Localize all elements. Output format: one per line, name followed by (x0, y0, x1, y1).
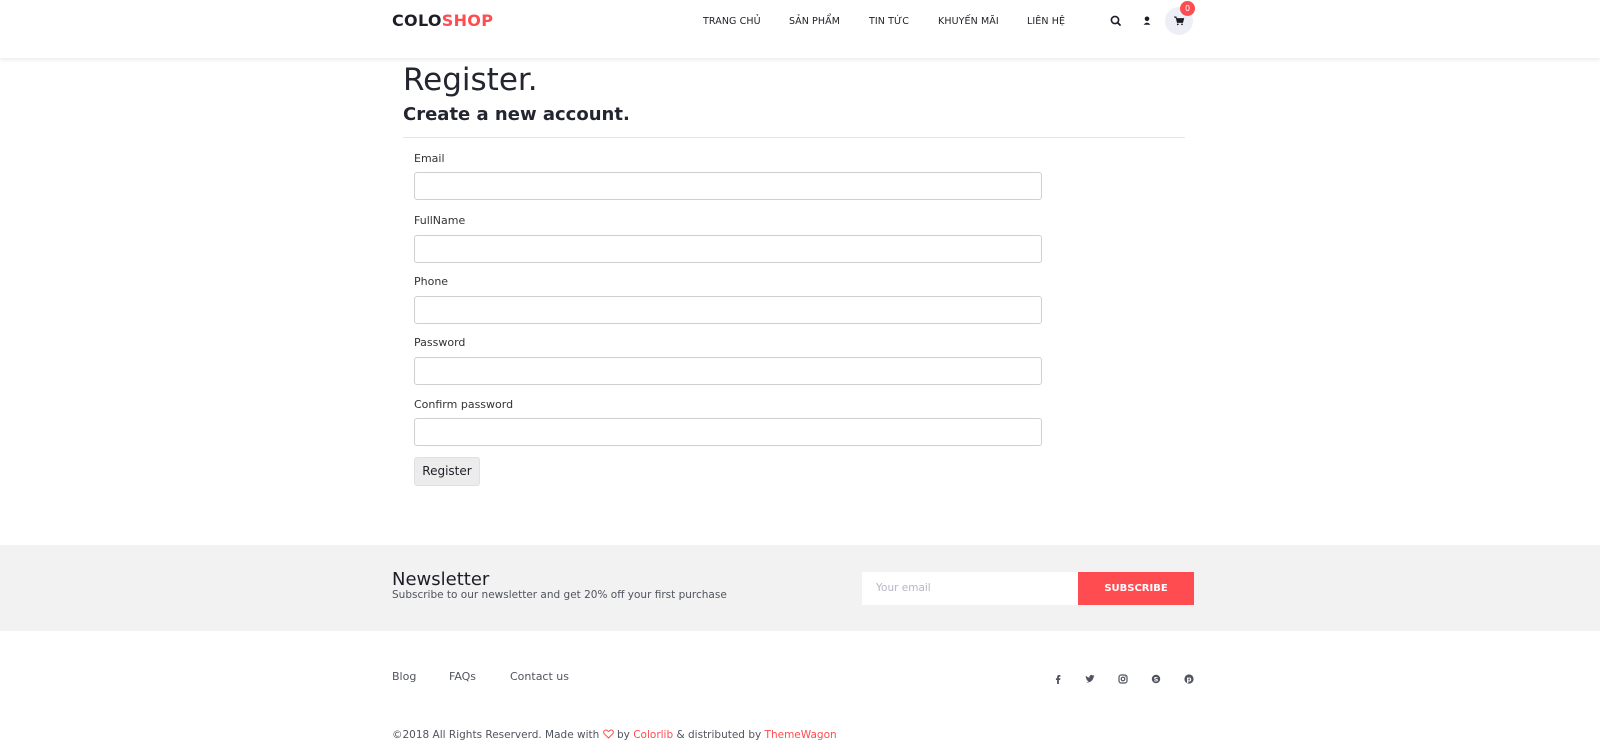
nav-news[interactable]: TIN TỨC (869, 16, 909, 27)
user-icon[interactable] (1139, 13, 1155, 29)
copyright: ©2018 All Rights Reserverd. Made with by… (392, 729, 837, 742)
nav-promotions[interactable]: KHUYẾN MÃI (938, 16, 999, 27)
search-icon[interactable] (1108, 13, 1124, 29)
heart-icon (602, 729, 614, 742)
instagram-icon[interactable] (1117, 670, 1129, 684)
newsletter-subtitle: Subscribe to our newsletter and get 20% … (392, 589, 727, 601)
page-title: Register. (403, 62, 538, 98)
confirm-password-field[interactable] (414, 418, 1042, 446)
page-subtitle: Create a new account. (403, 104, 630, 125)
footer-link-faqs[interactable]: FAQs (449, 670, 476, 683)
twitter-icon[interactable] (1084, 670, 1096, 683)
pinterest-icon[interactable]: p (1183, 670, 1195, 684)
confirm-password-label: Confirm password (414, 398, 514, 411)
skype-icon[interactable]: S (1150, 670, 1162, 683)
copyright-prefix: ©2018 All Rights Reserverd. Made with (392, 729, 600, 741)
newsletter-section: Newsletter Subscribe to our newsletter a… (0, 545, 1600, 631)
themewagon-link[interactable]: ThemeWagon (765, 729, 837, 741)
svg-text:S: S (1154, 675, 1159, 683)
cart-count-badge: 0 (1180, 1, 1195, 16)
footer-link-contact[interactable]: Contact us (510, 670, 569, 683)
register-button[interactable]: Register (414, 457, 480, 486)
fullname-field[interactable] (414, 235, 1042, 263)
svg-text:p: p (1186, 676, 1191, 684)
phone-label: Phone (414, 275, 449, 288)
facebook-icon[interactable] (1052, 670, 1064, 684)
email-field[interactable] (414, 172, 1042, 200)
logo-part-shop: SHOP (441, 11, 494, 30)
nav-contact[interactable]: LIÊN HỆ (1027, 16, 1065, 27)
subscribe-button[interactable]: SUBSCRIBE (1078, 572, 1194, 605)
phone-field[interactable] (414, 296, 1042, 324)
password-label: Password (414, 336, 466, 349)
logo[interactable]: COLOSHOP (392, 11, 493, 30)
copyright-by: by (616, 729, 630, 741)
email-label: Email (414, 152, 445, 165)
nav-products[interactable]: SẢN PHẨM (789, 16, 840, 27)
newsletter-email-input[interactable]: Your email (862, 572, 1078, 605)
fullname-label: FullName (414, 214, 466, 227)
footer-link-blog[interactable]: Blog (392, 670, 416, 683)
password-field[interactable] (414, 357, 1042, 385)
divider (403, 137, 1185, 138)
newsletter-title: Newsletter (392, 569, 490, 590)
nav-home[interactable]: TRANG CHỦ (703, 16, 761, 27)
logo-part-colo: COLO (392, 11, 442, 30)
colorlib-link[interactable]: Colorlib (633, 729, 673, 741)
site-header: COLOSHOP TRANG CHỦ SẢN PHẨM TIN TỨC KHUY… (0, 0, 1600, 58)
copyright-distributed: & distributed by (676, 729, 762, 741)
